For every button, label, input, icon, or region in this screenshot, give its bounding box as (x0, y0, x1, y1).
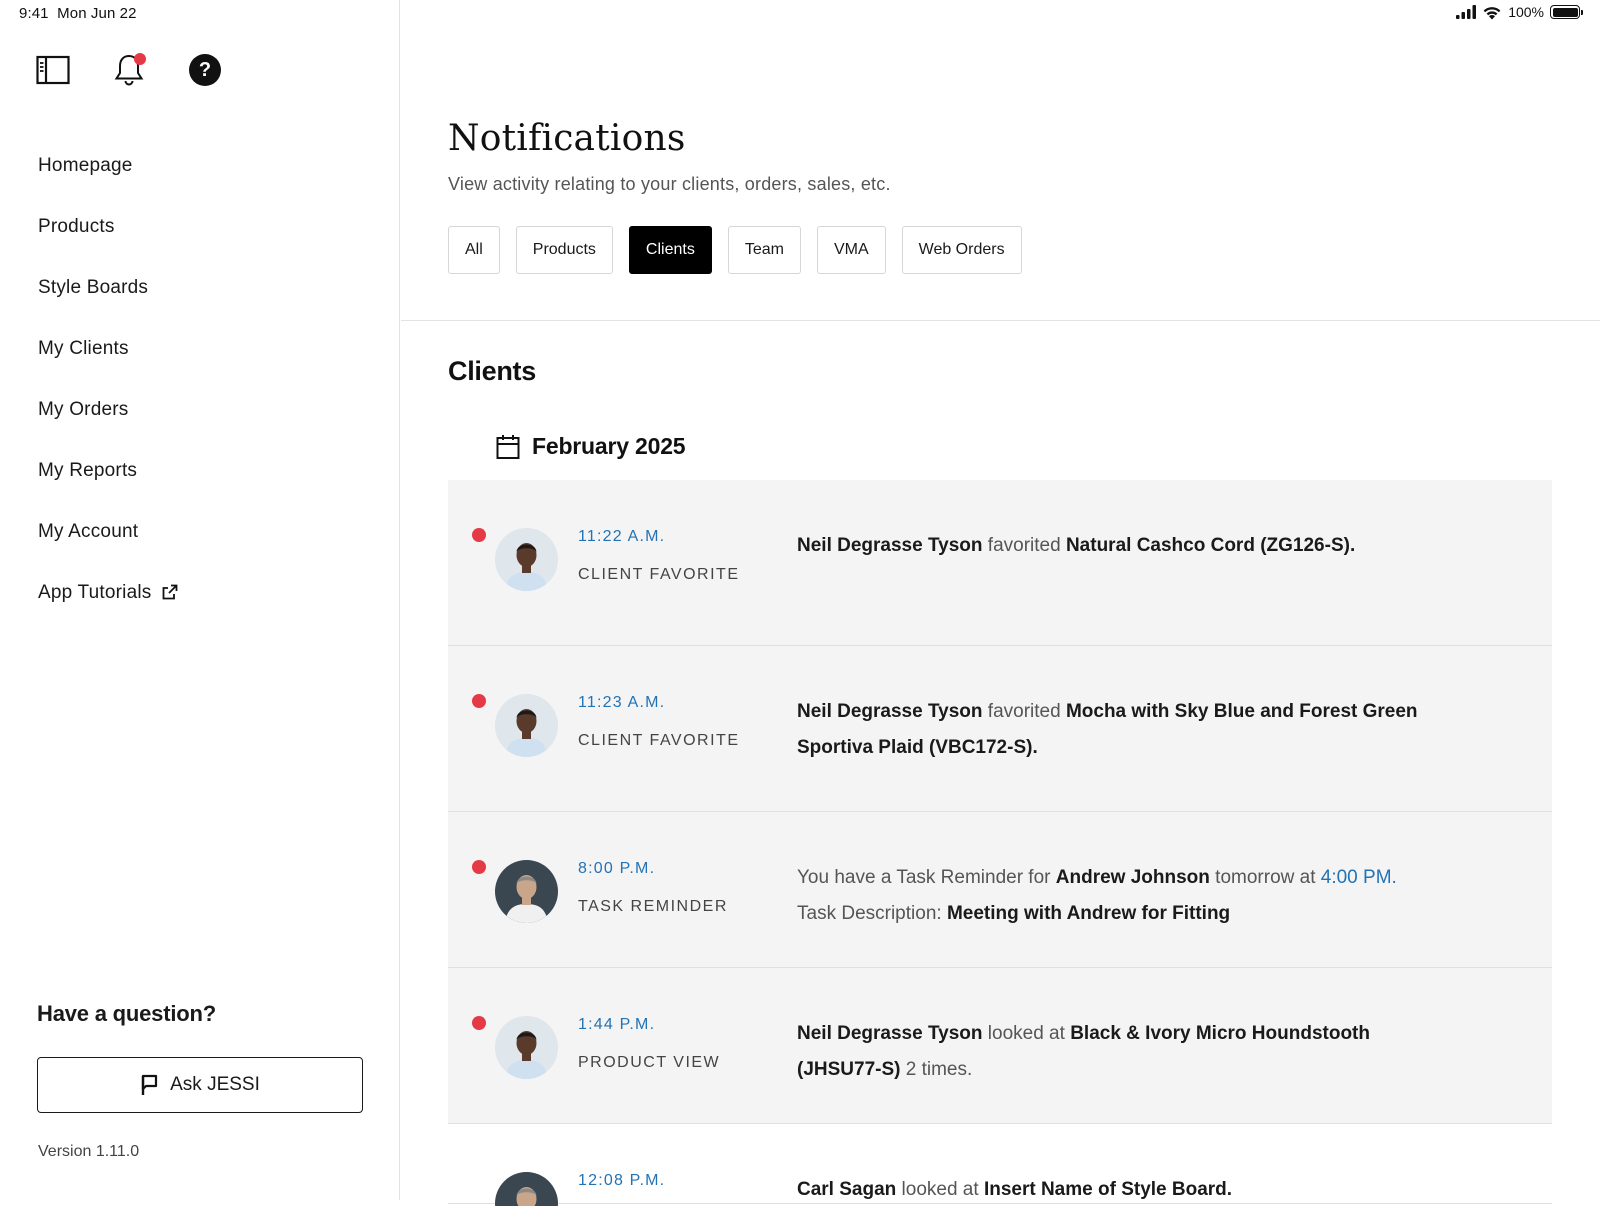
filter-tabs: All Products Clients Team VMA Web Orders (448, 226, 1022, 274)
notification-item[interactable]: 12:08 P.M. Carl Sagan looked at Insert Na… (448, 1124, 1552, 1206)
sidebar-toggle-icon (36, 55, 70, 85)
sidebar-item-label: Products (38, 216, 115, 237)
notification-badge-dot (134, 53, 146, 65)
message-emphasis: Natural Cashco Cord (ZG126-S). (1065, 535, 1356, 556)
notification-time: 11:23 A.M. (578, 694, 666, 711)
sidebar-item-label: Homepage (38, 155, 133, 176)
notification-message: Neil Degrasse Tyson favorited Natural Ca… (797, 528, 1447, 564)
notifications-button[interactable] (111, 52, 147, 88)
sidebar-item-my-orders[interactable]: My Orders (38, 392, 178, 453)
sidebar-item-my-reports[interactable]: My Reports (38, 453, 178, 514)
notification-time: 8:00 P.M. (578, 860, 656, 877)
message-text: Task Description: (797, 903, 947, 924)
notification-type: TASK REMINDER (578, 898, 728, 915)
notification-time: 1:44 P.M. (578, 1016, 656, 1033)
avatar (495, 1172, 558, 1206)
filter-tab-clients[interactable]: Clients (628, 226, 712, 274)
message-emphasis: Carl Sagan (797, 1179, 897, 1200)
message-emphasis: Meeting with Andrew for Fitting (946, 903, 1231, 924)
chat-flag-icon (141, 1074, 158, 1095)
ask-jessi-button[interactable]: Ask JESSI (37, 1057, 363, 1113)
unread-dot (472, 860, 486, 874)
sidebar-toggle-button[interactable] (35, 52, 71, 88)
sidebar: ? Homepage Products Style Boards My Clients… (0, 0, 400, 1200)
page-title: Notifications (448, 118, 686, 159)
notification-message: Neil Degrasse Tyson looked at Black & Iv… (797, 1016, 1447, 1088)
external-link-icon (162, 584, 178, 600)
sidebar-item-homepage[interactable]: Homepage (38, 148, 178, 209)
sidebar-toolbar: ? (35, 52, 223, 88)
sidebar-item-label: My Orders (38, 399, 129, 420)
notification-item[interactable]: 11:22 A.M. CLIENT FAVORITE Neil Degrasse T… (448, 480, 1552, 646)
notification-item[interactable]: 1:44 P.M. PRODUCT VIEW Neil Degrasse Tyson… (448, 968, 1552, 1124)
help-icon: ? (189, 54, 221, 86)
sidebar-item-app-tutorials[interactable]: App Tutorials (38, 575, 178, 636)
notification-message: Carl Sagan looked at Insert Name of Styl… (797, 1172, 1447, 1206)
avatar (495, 528, 558, 591)
notification-type: CLIENT FAVORITE (578, 566, 740, 583)
message-text: favorited (982, 701, 1066, 722)
month-label: February 2025 (532, 433, 686, 459)
message-text: tomorrow at (1209, 867, 1321, 888)
message-text: 2 times. (900, 1059, 973, 1080)
sidebar-item-my-clients[interactable]: My Clients (38, 331, 178, 392)
message-text: You have a Task Reminder for (797, 867, 1056, 888)
message-emphasis: Neil Degrasse Tyson (797, 701, 983, 722)
filter-tab-team[interactable]: Team (727, 226, 801, 274)
sidebar-item-products[interactable]: Products (38, 209, 178, 270)
avatar (495, 694, 558, 757)
main-content: Notifications View activity relating to … (401, 0, 1600, 1206)
message-text: looked at (982, 1023, 1071, 1044)
unread-dot (472, 1016, 486, 1030)
sidebar-item-label: My Clients (38, 338, 129, 359)
notification-item[interactable]: 8:00 P.M. TASK REMINDER You have a Task Re… (448, 812, 1552, 968)
app-version: Version 1.11.0 (38, 1143, 140, 1160)
filter-tab-products[interactable]: Products (515, 226, 613, 274)
filter-tab-web-orders[interactable]: Web Orders (901, 226, 1022, 274)
sidebar-item-label: Style Boards (38, 277, 149, 298)
message-emphasis: Andrew Johnson (1055, 867, 1210, 888)
sidebar-item-label: App Tutorials (38, 582, 152, 603)
notification-message: Neil Degrasse Tyson favorited Mocha with… (797, 694, 1447, 766)
sidebar-item-label: My Reports (38, 460, 138, 481)
message-text: looked at (896, 1179, 984, 1200)
notification-time: 11:22 A.M. (578, 528, 666, 545)
message-text: favorited (982, 535, 1066, 556)
app-screen: 9:41 Mon Jun 22 100% ? Homepage Products… (0, 0, 1600, 1206)
help-heading: Have a question? (37, 1001, 216, 1026)
sidebar-nav: Homepage Products Style Boards My Clients My… (38, 148, 178, 636)
sidebar-item-style-boards[interactable]: Style Boards (38, 270, 178, 331)
avatar (495, 860, 558, 923)
filter-tab-all[interactable]: All (448, 226, 500, 274)
sidebar-item-label: My Account (38, 521, 139, 542)
reminder-time-link[interactable]: 4:00 PM. (1321, 867, 1397, 888)
message-emphasis: Insert Name of Style Board. (983, 1179, 1233, 1200)
notification-item[interactable]: 11:23 A.M. CLIENT FAVORITE Neil Degrasse T… (448, 646, 1552, 812)
notification-type: CLIENT FAVORITE (578, 732, 740, 749)
help-button[interactable]: ? (187, 52, 223, 88)
section-title: Clients (448, 356, 536, 386)
notification-time: 12:08 P.M. (578, 1172, 666, 1189)
page-subtitle: View activity relating to your clients, … (448, 174, 891, 194)
unread-dot (472, 528, 486, 542)
month-header: February 2025 (496, 433, 686, 460)
message-emphasis: Neil Degrasse Tyson (797, 535, 983, 556)
header-divider (401, 320, 1600, 321)
sidebar-item-my-account[interactable]: My Account (38, 514, 178, 575)
filter-tab-vma[interactable]: VMA (816, 226, 886, 274)
message-emphasis: Neil Degrasse Tyson (797, 1023, 983, 1044)
calendar-icon (496, 434, 520, 459)
unread-dot (472, 694, 486, 708)
ask-jessi-label: Ask JESSI (170, 1074, 260, 1095)
notification-list: 11:22 A.M. CLIENT FAVORITE Neil Degrasse T… (448, 480, 1552, 1206)
avatar (495, 1016, 558, 1079)
notification-type: PRODUCT VIEW (578, 1054, 721, 1071)
notification-message: You have a Task Reminder for Andrew John… (797, 860, 1447, 932)
